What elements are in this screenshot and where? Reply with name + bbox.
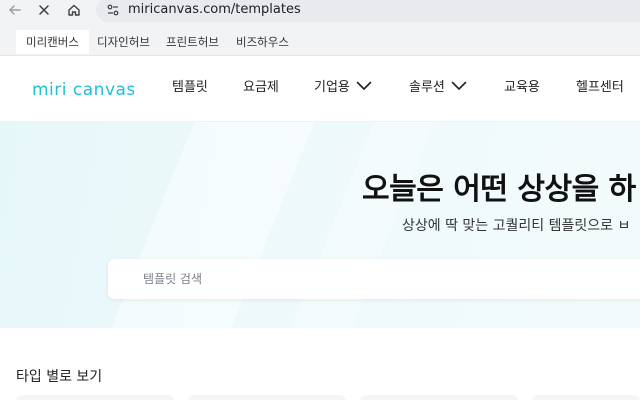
nav-pricing[interactable]: 요금제 — [243, 78, 279, 98]
back-arrow-icon[interactable] — [5, 0, 25, 20]
logo-text: miri canvas — [32, 80, 134, 100]
family-site-bar — [0, 24, 640, 56]
url-text[interactable]: miricanvas.com/templates — [128, 1, 301, 19]
nav-templates-label: 템플릿 — [172, 80, 208, 95]
type-card[interactable] — [532, 395, 640, 400]
nav-education[interactable]: 교육용 — [504, 78, 540, 98]
type-card[interactable] — [16, 395, 174, 400]
search-placeholder[interactable]: 템플릿 검색 — [143, 270, 202, 287]
home-icon[interactable] — [64, 0, 84, 20]
nav-enterprise[interactable]: 기업용 — [314, 78, 372, 98]
family-tab-miricanvas[interactable]: 미리캔버스 — [16, 30, 89, 54]
nav-solutions[interactable]: 솔루션 — [409, 78, 467, 98]
nav-helpcenter[interactable]: 헬프센터 — [576, 78, 624, 98]
family-tab-designhub[interactable]: 디자인허브 — [97, 30, 150, 54]
nav-templates[interactable]: 템플릿 — [172, 78, 208, 98]
nav-solutions-label: 솔루션 — [409, 80, 445, 95]
family-tab-bizhows[interactable]: 비즈하우스 — [236, 30, 289, 54]
hero-title: 오늘은 어떤 상상을 하 — [362, 172, 636, 207]
hero-subtitle: 상상에 딱 맞는 고퀄리티 템플릿으로 ㅂ — [402, 218, 631, 234]
nav-education-label: 교육용 — [504, 80, 540, 95]
family-tab-printhub[interactable]: 프린트허브 — [166, 30, 219, 54]
nav-enterprise-label: 기업용 — [314, 80, 350, 95]
chevron-down-icon — [451, 78, 467, 98]
nav-pricing-label: 요금제 — [243, 80, 279, 95]
section-title: 타입 별로 보기 — [16, 369, 103, 385]
chevron-down-icon — [356, 78, 372, 98]
close-icon[interactable] — [34, 0, 54, 20]
type-card[interactable] — [188, 395, 346, 400]
miricanvas-logo[interactable]: miri canvas — [32, 78, 134, 100]
type-card[interactable] — [360, 395, 518, 400]
nav-helpcenter-label: 헬프센터 — [576, 80, 624, 95]
site-info-icon[interactable] — [104, 1, 122, 19]
